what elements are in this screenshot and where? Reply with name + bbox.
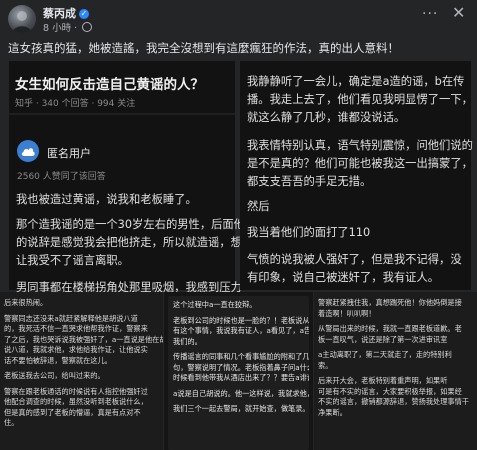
thumbnail-line: 有这个事情，我说我有证人，a看见了，a告诉 — [173, 326, 309, 335]
story-line: 我当着他们的面打了110 — [247, 226, 371, 239]
thumbnail-line: 我们的。 — [173, 336, 202, 346]
thumbnail-line: a主动离职了，第二天就走了，走的特别利 — [318, 350, 452, 359]
story-line: 让我受不了谣言离职。 — [16, 254, 129, 267]
post-caption: 這女孩真的猛，她被造謠，我完全沒想到有這麼瘋狂的作法，真的出人意料！ — [8, 41, 399, 55]
cloud-icon — [17, 140, 39, 162]
thumbnail-line: 但是真的感到了老板的懵逼，真是有点对不 — [4, 407, 141, 417]
story-line: 就这么静了几秒，谁都没说话。 — [247, 111, 406, 124]
story-line: 然后 — [247, 200, 270, 213]
thumbnail-line: 话不要怕被辞退，警察就在这儿。 — [4, 355, 112, 365]
thumbnail-line: 板一直叹气，说还是除了第一次进审讯室 — [318, 334, 448, 344]
thumbnail-line: 不实的谣言，撤销都源辞退，赞扬我处理事情干 — [318, 397, 469, 406]
story-line: 我也被造过黄谣，说我和老板睡了。 — [16, 193, 197, 206]
thumbnail-line: 索。 — [318, 360, 333, 370]
thumbnail-line: 句，警察说明了情况。老板指着鼻子问a什么 — [173, 362, 309, 372]
question-title: 女生如何反击造自己黄谣的人？ — [15, 77, 204, 93]
verified-badge-icon: ✓ — [79, 9, 89, 19]
thumbnail-line: 警察同志还没来a就赶紧解释他是胡说八道 — [4, 313, 138, 323]
screenshot-thumbnail-2[interactable]: 这个过程中a一直在狡辩。老板到公司的时候也是一脸的？！老板说从来没 有这个事情，我… — [164, 292, 313, 450]
thumbnail-line: 净果断。 — [318, 407, 347, 417]
screenshot-thumbnail-3[interactable]: 警察赶紧拽住我，真想踹死他！你他妈倒是接 着造啊！叭叭啊！ 从警局出来的时候，我就一… — [314, 292, 477, 450]
story-line: 都支支吾吾的手足无措。 — [247, 175, 372, 188]
more-options-button[interactable]: ··· — [422, 6, 438, 22]
thumbnail-line: 说八道，我就求他，求他给我作证，让他说实 — [4, 345, 148, 354]
story-line: 有印象，说自己被迷奸了，我有证人。 — [247, 271, 440, 284]
thumbnail-line: 老板到公司的时候也是一脸的？！老板说从来没 — [173, 315, 309, 325]
author-avatar[interactable] — [8, 5, 36, 33]
story-line: 是不是真的？他们可能也被我这一出搞蒙了， — [247, 157, 473, 170]
thumbnail-line: 后来很热闹。 — [4, 298, 48, 307]
thumbnail-card: 这个过程中a一直在狡辩。老板到公司的时候也是一脸的？！老板说从来没 有这个事情，我… — [168, 296, 309, 450]
story-line: 的说辞是感觉我会把他挤走，所以就造谣，想 — [16, 236, 242, 249]
divider — [9, 113, 235, 115]
post-time[interactable]: 8 小時 — [43, 23, 71, 34]
answer-image-left[interactable]: 女生如何反击造自己黄谣的人？ 知乎 · 340 个回答 · 994 关注 匿名用… — [9, 61, 245, 294]
story-line: 我表情特别认真，语气特别震惊，问他们说的 — [247, 139, 473, 152]
thumbnail-line: 后来开大会，老板特别着重声明，如果听 — [318, 376, 448, 385]
thumbnail-line: 我们三个一起去警局，就开始查，做笔录。 — [173, 404, 309, 413]
thumbnail-line: 他配合调查的时候，虽然没听到老板说什么， — [4, 397, 148, 406]
post-header: 蔡丙成 ✓ 8 小時 · ··· ✕ — [0, 0, 477, 36]
story-line: 那个造我谣的是一个30岁左右的男性，后面他 — [16, 218, 246, 231]
thumbnail-line: 可是有不实的谣言，大家要积极举报，如果经 — [318, 386, 462, 396]
question-meta: 知乎 · 340 个回答 · 994 关注 — [15, 99, 136, 109]
thumbnail-line: 从警局出来的时候，我就一直跟老板道歉。老 — [318, 324, 462, 333]
story-line: 气愤的说我被人强奸了，但是我不记得，没 — [247, 253, 462, 266]
thumbnail-line: 老板送我去公司，给叫过来的。 — [4, 371, 105, 380]
thumbnail-line: 警察在跟老板通话的时候说有人指控他强奸过 — [4, 386, 148, 396]
screenshot-thumbnail-1[interactable]: 后来很热闹。警察同志还没来a就赶紧解释他是胡说八道 的，我死活不信一直哭求他帮我作… — [0, 292, 163, 450]
answer-likes: 2560 人赞同了该回答 — [17, 172, 106, 182]
story-line: 播。我走上去了，他们看见我明显愣了一下， — [247, 93, 473, 106]
thumbnail-line: 传播谣言的同事和几个看事尴尬的附和了几 — [173, 352, 309, 361]
answer-image-right[interactable]: 我静静听了一会儿，确定是a造的谣，b在传 播。我走上去了，他们看见我明显愣了一下… — [240, 61, 473, 290]
answer-author: 匿名用户 — [47, 147, 91, 160]
thumbnail-line: 住。 — [4, 418, 19, 427]
thumbnail-line: 的，我死活不信一直哭求他帮我作证，警察来 — [4, 324, 148, 333]
thumbnail-line: 时候看到他带我从酒店出来了？？要告a诽谤 — [173, 373, 309, 382]
author-name[interactable]: 蔡丙成 ✓ — [43, 5, 89, 21]
thumbnail-line: 了之后，我也哭诉说我被强奸了，a一直说是他在胡 — [4, 334, 163, 344]
close-icon[interactable]: ✕ — [452, 3, 465, 22]
thumbnail-line: a说是自己胡说的。他一这样说，我就求他， — [173, 388, 309, 398]
post-timestamp[interactable]: 8 小時 · — [43, 20, 93, 34]
author-name-text[interactable]: 蔡丙成 — [43, 7, 76, 20]
thumbnail-line: 着造啊！叭叭啊！ — [318, 308, 376, 318]
story-line: 我静静听了一会儿，确定是a造的谣，b在传 — [247, 75, 465, 88]
globe-icon — [82, 22, 93, 32]
thumbnail-line: 这个过程中a一直在狡辩。 — [173, 300, 257, 309]
thumbnail-line: 警察赶紧拽住我，真想踹死他！你他妈倒是接 — [318, 298, 462, 307]
